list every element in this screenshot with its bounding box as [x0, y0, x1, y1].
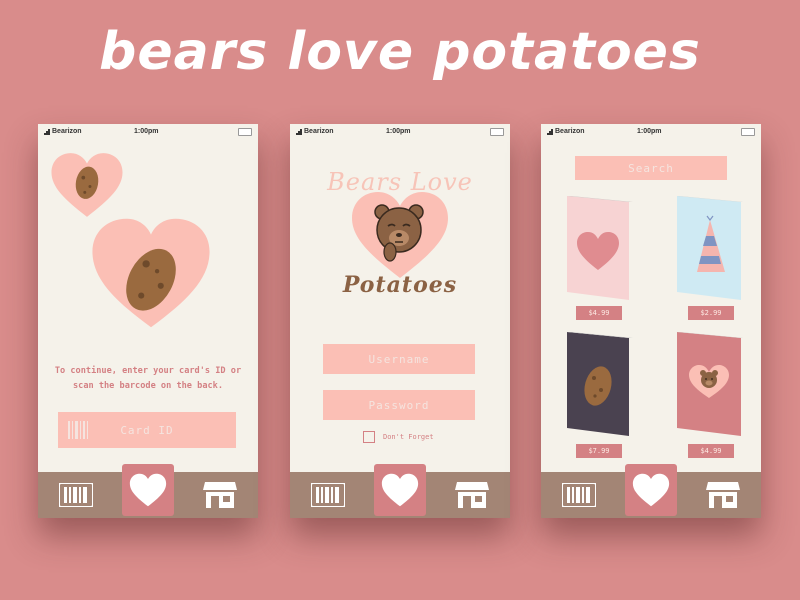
tab-barcode[interactable] [48, 472, 104, 518]
card-potato[interactable] [567, 332, 633, 436]
heart-icon [381, 473, 419, 507]
price-tag: $2.99 [688, 306, 734, 320]
carrier-name: Bearizon [52, 128, 82, 135]
signal-icon [296, 129, 302, 135]
tab-store[interactable] [192, 472, 248, 518]
barcode-icon [562, 483, 596, 507]
password-input[interactable]: Password [323, 390, 475, 420]
carrier-name: Bearizon [304, 128, 334, 135]
store-icon [203, 482, 237, 508]
phone-card-entry: Bearizon 1:00pm To continue, enter your … [38, 124, 258, 518]
barcode-icon [68, 421, 88, 439]
tab-bar [38, 464, 258, 518]
card-id-placeholder: Card ID [120, 423, 174, 437]
tab-heart[interactable] [374, 464, 426, 516]
username-placeholder: Username [368, 352, 430, 366]
clock: 1:00pm [637, 128, 662, 135]
tab-bar [541, 464, 761, 518]
tab-store[interactable] [444, 472, 500, 518]
price-tag: $4.99 [576, 306, 622, 320]
status-bar: Bearizon 1:00pm [541, 124, 761, 140]
password-placeholder: Password [368, 398, 430, 412]
logo-text-top: Bears Love [327, 168, 473, 196]
tab-barcode[interactable] [300, 472, 356, 518]
battery-icon [238, 128, 252, 136]
logo-heart-bear-illustration [352, 192, 448, 278]
phone-shop: Bearizon 1:00pm Search $4.99 $2.99 $7.99 [541, 124, 761, 518]
barcode-icon [59, 483, 93, 507]
heart-icon [632, 473, 670, 507]
search-placeholder: Search [628, 161, 674, 175]
username-input[interactable]: Username [323, 344, 475, 374]
barcode-icon [311, 483, 345, 507]
price-tag: $7.99 [576, 444, 622, 458]
carrier-name: Bearizon [555, 128, 585, 135]
signal-icon [547, 129, 553, 135]
tab-heart[interactable] [625, 464, 677, 516]
remember-row[interactable]: Don't Forget [363, 430, 434, 444]
tab-barcode[interactable] [551, 472, 607, 518]
logo-text-bottom: Potatoes [342, 272, 458, 298]
status-bar: Bearizon 1:00pm [290, 124, 510, 140]
battery-icon [741, 128, 755, 136]
heart-icon [129, 473, 167, 507]
instruction-text: To continue, enter your card's ID or sca… [38, 364, 258, 394]
card-bear[interactable] [677, 332, 743, 436]
battery-icon [490, 128, 504, 136]
headline: bears love potatoes [99, 22, 701, 82]
large-heart-potato-illustration [92, 218, 210, 328]
store-icon [455, 482, 489, 508]
tab-bar [290, 464, 510, 518]
remember-checkbox[interactable] [363, 431, 375, 443]
tab-store[interactable] [695, 472, 751, 518]
instruction-line-2: scan the barcode on the back. [72, 381, 224, 391]
store-icon [706, 482, 740, 508]
small-heart-potato-illustration [51, 153, 123, 217]
tab-heart[interactable] [122, 464, 174, 516]
card-party-hat[interactable] [677, 196, 743, 300]
status-bar: Bearizon 1:00pm [38, 124, 258, 140]
clock: 1:00pm [134, 128, 159, 135]
clock: 1:00pm [386, 128, 411, 135]
app-logo: Bears Love Potatoes [320, 164, 480, 314]
card-heart[interactable] [567, 196, 633, 300]
search-input[interactable]: Search [575, 156, 727, 180]
signal-icon [44, 129, 50, 135]
card-id-input[interactable]: Card ID [58, 412, 236, 448]
phone-login: Bearizon 1:00pm Bears Love Potatoes User… [290, 124, 510, 518]
remember-label: Don't Forget [383, 433, 434, 441]
instruction-line-1: To continue, enter your card's ID or [54, 366, 242, 376]
price-tag: $4.99 [688, 444, 734, 458]
